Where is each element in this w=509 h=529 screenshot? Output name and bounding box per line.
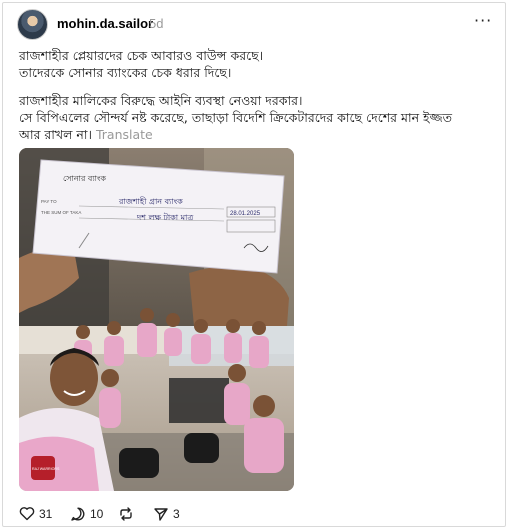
share-icon — [154, 508, 168, 521]
comment-button[interactable]: 10 — [70, 506, 103, 522]
post-time: 5d — [149, 16, 164, 31]
like-button[interactable]: 31 — [19, 506, 52, 521]
post-text-line: আর রাখল না। Translate — [19, 126, 489, 143]
post-text-paragraph-2: রাজশাহীর মালিকের বিরুদ্ধে আইনি ব্যবস্থা … — [19, 92, 489, 143]
heart-icon — [19, 507, 35, 521]
translate-link[interactable]: Translate — [96, 127, 153, 142]
cheque-sum: THE SUM OF TAKA — [41, 210, 81, 215]
like-count: 31 — [39, 506, 53, 521]
cheque-payee: রাজশাহী গ্রান ব্যাংক — [118, 196, 183, 206]
post-text-line: তাদেরকে সোনার ব্যাংকের চেক ধরার দিছে। — [19, 65, 232, 80]
post-text-line: রাজশাহীর প্লেয়ারদের চেক আবারও বাউন্স কর… — [19, 48, 264, 63]
cheque-payto: PAY TO — [41, 199, 57, 204]
repost-icon — [120, 507, 132, 521]
team-badge-text: RAJ WARRIORS — [32, 467, 60, 471]
comment-icon — [71, 507, 85, 521]
cheque-bank: সোনার ব্যাংক — [63, 174, 106, 183]
cheque-date: 28.01.2025 — [230, 211, 261, 217]
post-text-line: সে বিপিএলের সৌন্দর্য নষ্ট করেছে, তাছাড়া… — [19, 110, 453, 125]
share-button[interactable]: 3 — [153, 506, 180, 522]
cheque: সোনার ব্যাংক PAY TO THE SUM OF TAKA রাজশ… — [32, 159, 285, 274]
cheque-amount: দশ লক্ষ টাকা মাত্র — [136, 212, 193, 222]
post-image[interactable]: সোনার ব্যাংক PAY TO THE SUM OF TAKA রাজশ… — [19, 148, 294, 491]
post-image-illustration: সোনার ব্যাংক PAY TO THE SUM OF TAKA রাজশ… — [19, 148, 294, 491]
post-text-line: রাজশাহীর মালিকের বিরুদ্ধে আইনি ব্যবস্থা … — [19, 93, 303, 108]
share-count: 3 — [173, 507, 180, 521]
avatar[interactable] — [17, 9, 48, 40]
comment-count: 10 — [90, 507, 104, 521]
more-icon[interactable]: ··· — [474, 11, 492, 30]
repost-button[interactable] — [118, 506, 138, 522]
post-text-paragraph-1: রাজশাহীর প্লেয়ারদের চেক আবারও বাউন্স কর… — [19, 47, 489, 81]
post-text-line-tail: আর রাখল না। — [19, 127, 92, 142]
username[interactable]: mohin.da.sailor — [57, 16, 153, 31]
